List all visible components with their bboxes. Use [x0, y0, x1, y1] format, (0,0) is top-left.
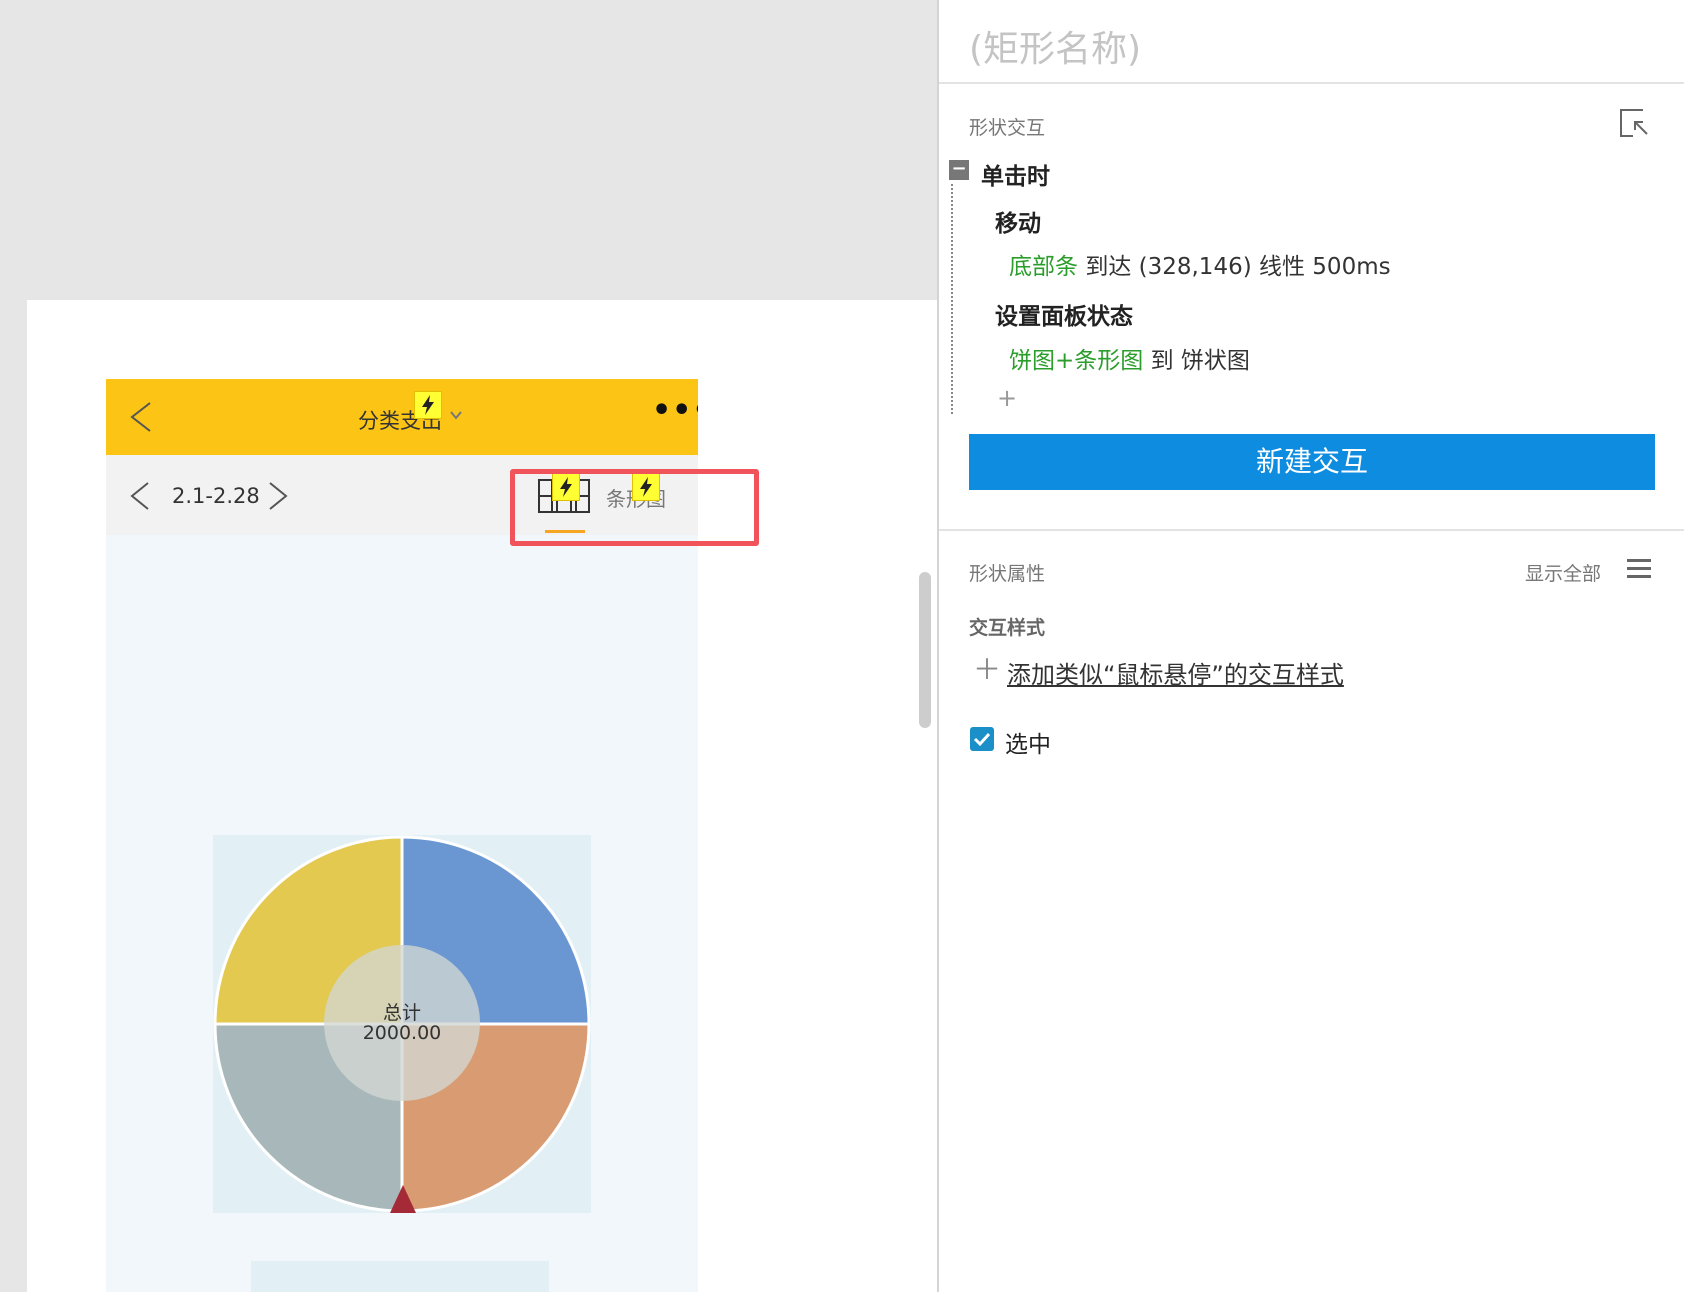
pie-chart: 总计 2000.00: [213, 835, 591, 1213]
inspector-panel: (矩形名称) 形状交互 − 单击时 移动 底部条 到达 (328,146) 线性…: [937, 0, 1684, 1292]
expand-panel-icon[interactable]: [1619, 108, 1649, 138]
pie-center-value: 2000.00: [362, 1022, 442, 1044]
action-target: 饼图+条形图: [1009, 348, 1144, 374]
properties-section-title: 形状属性: [969, 563, 1046, 585]
canvas-scrollbar[interactable]: [919, 572, 931, 728]
add-interaction-style-link[interactable]: 添加类似“鼠标悬停”的交互样式: [1007, 655, 1344, 690]
pie-center-label: 总计: [382, 1002, 421, 1024]
previous-period-icon[interactable]: [128, 479, 152, 513]
new-interaction-button[interactable]: 新建交互: [969, 434, 1655, 490]
selection-highlight: [510, 469, 759, 546]
action-detail-text: 到达 (328,146) 线性 500ms: [1085, 254, 1391, 280]
shape-name-field[interactable]: (矩形名称): [969, 20, 1141, 72]
plus-icon[interactable]: ＋: [973, 656, 1001, 684]
action-title-move[interactable]: 移动: [995, 204, 1041, 238]
action-detail-move[interactable]: 底部条 到达 (328,146) 线性 500ms: [1009, 247, 1391, 281]
interaction-style-title: 交互样式: [969, 617, 1046, 639]
next-period-icon[interactable]: [266, 479, 290, 513]
pointer-triangle-icon: [390, 1185, 416, 1213]
collapse-icon[interactable]: −: [949, 160, 969, 180]
interaction-flag-icon: [414, 391, 442, 419]
phone-header: 分类支出 •••: [106, 379, 698, 455]
tree-line: [951, 184, 953, 414]
selected-checkbox[interactable]: [970, 727, 994, 751]
divider: [939, 529, 1684, 531]
back-arrow-icon[interactable]: [126, 399, 156, 435]
date-range: 2.1-2.28: [172, 484, 260, 508]
event-on-click[interactable]: 单击时: [981, 157, 1050, 191]
interaction-section-title: 形状交互: [969, 117, 1046, 139]
chevron-down-icon[interactable]: [448, 407, 464, 423]
design-canvas[interactable]: 分类支出 ••• 2.1-2.28: [0, 0, 937, 1292]
menu-icon[interactable]: [1627, 558, 1651, 580]
action-detail-set-panel-state[interactable]: 饼图+条形图 到 饼状图: [1009, 341, 1250, 375]
action-detail-text: 到 饼状图: [1150, 348, 1250, 374]
selected-checkbox-label[interactable]: 选中: [1005, 725, 1051, 759]
divider: [939, 82, 1684, 84]
bottom-strip: [251, 1261, 549, 1292]
more-icon[interactable]: •••: [652, 396, 698, 426]
show-all-link[interactable]: 显示全部: [1525, 559, 1601, 586]
action-target: 底部条: [1009, 254, 1078, 280]
checkmark-icon: [973, 732, 991, 747]
add-action-button[interactable]: +: [997, 384, 1017, 412]
action-title-set-panel-state[interactable]: 设置面板状态: [995, 297, 1133, 331]
